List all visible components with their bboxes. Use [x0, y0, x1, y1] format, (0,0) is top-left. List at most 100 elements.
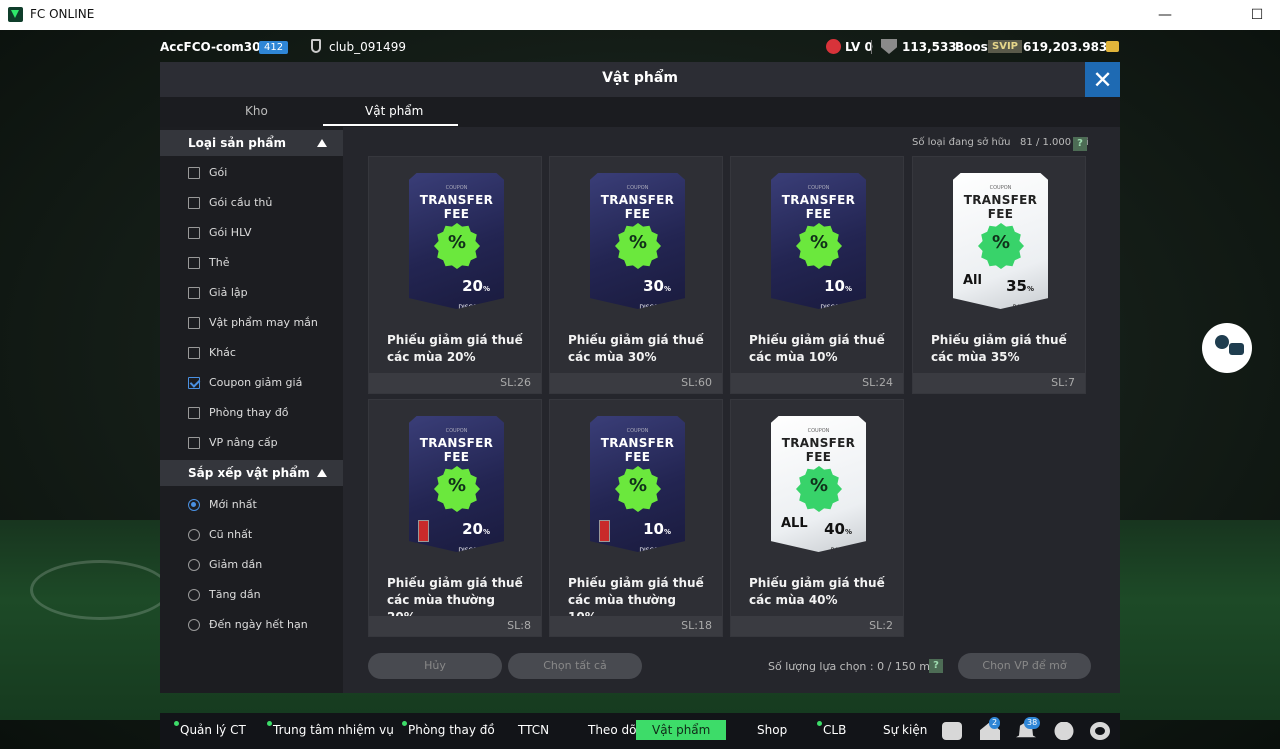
percent-value: 35	[1006, 277, 1027, 295]
radio-button[interactable]	[188, 499, 200, 511]
nav-item-label: CLB	[823, 723, 847, 737]
coupon-top-text: COUPON	[626, 185, 649, 191]
filter-option-label: Vật phẩm may mắn	[209, 316, 318, 329]
minimize-button[interactable]: —	[1142, 0, 1188, 30]
radio-button[interactable]	[188, 589, 200, 601]
coupon-top-text: COUPON	[989, 185, 1012, 191]
nav-item[interactable]: Quản lý CT	[174, 721, 246, 737]
checkbox[interactable]	[188, 197, 200, 209]
restricted-icon	[599, 520, 610, 542]
percent-seal-icon: %	[796, 466, 842, 512]
coupon-sub: DISCOUNT	[820, 304, 852, 311]
nav-item[interactable]: Trung tâm nhiệm vụ	[267, 721, 394, 737]
checkbox[interactable]	[188, 317, 200, 329]
coupon-sub: BONUS	[830, 547, 852, 554]
item-quantity: SL:2	[731, 616, 903, 636]
new-dot	[267, 721, 272, 726]
item-name: Phiếu giảm giá thuế các mùa 10%	[749, 333, 885, 364]
checkbox[interactable]	[188, 437, 200, 449]
filter-option-label: Coupon giảm giá	[209, 376, 303, 389]
help-icon[interactable]: ?	[929, 659, 943, 673]
radio-button[interactable]	[188, 619, 200, 631]
pitch-line	[30, 560, 170, 620]
new-dot	[817, 721, 822, 726]
new-dot	[402, 721, 407, 726]
tab-kho[interactable]: Kho	[245, 104, 268, 118]
coupon-art: COUPON TRANSFER FEE% 20% DISCOUNT	[369, 400, 543, 560]
maximize-window-button[interactable]: ☐	[1234, 0, 1280, 30]
item-card[interactable]: COUPON TRANSFER FEE% 10% DISCOUNT Phiếu giảm…	[549, 399, 723, 637]
nav-item[interactable]: Sự kiện	[883, 723, 927, 737]
profile-icon[interactable]	[1054, 722, 1074, 740]
nav-item[interactable]: Phòng thay đồ	[402, 721, 495, 737]
radio-button[interactable]	[188, 559, 200, 571]
item-card[interactable]: COUPON TRANSFER FEE% 20% DISCOUNT Phiếu giảm…	[368, 156, 542, 394]
filter-option-label: Thẻ	[209, 256, 230, 269]
item-card[interactable]: COUPON TRANSFER FEE% 20% DISCOUNT Phiếu giảm…	[368, 399, 542, 637]
level-value: LV 0	[845, 40, 873, 54]
nav-item[interactable]: TTCN	[518, 723, 549, 737]
support-chat-button[interactable]	[1202, 323, 1252, 373]
sort-option-label: Giảm dần	[209, 558, 263, 571]
sort-option-label: Cũ nhất	[209, 528, 253, 541]
seal-symbol: %	[628, 475, 648, 496]
sort-header[interactable]: Sắp xếp vật phẩm	[160, 460, 343, 486]
coupon-icon: COUPON TRANSFER FEE% 30% DISCOUNT	[590, 173, 685, 309]
tab-vat-pham[interactable]: Vật phẩm	[365, 104, 423, 118]
percent-seal-icon: %	[978, 223, 1024, 269]
percent-value: 20	[462, 277, 483, 295]
owned-label: Số loại đang sở hữu	[912, 137, 1011, 148]
nav-item[interactable]: CLB	[817, 721, 847, 737]
checkbox[interactable]	[188, 347, 200, 359]
nav-item[interactable]: Vật phẩm	[636, 720, 727, 740]
filter-option-label: Phòng thay đồ	[209, 406, 289, 419]
radio-button[interactable]	[188, 529, 200, 541]
coupon-icon: COUPON TRANSFER FEE% 10% DISCOUNT	[771, 173, 866, 309]
percent-seal-icon: %	[615, 223, 661, 269]
cancel-button[interactable]: Hủy	[368, 653, 502, 679]
checkbox[interactable]	[188, 257, 200, 269]
modal-header: Vật phẩm ✕	[160, 62, 1120, 97]
coupon-percent: 10% DISCOUNT	[639, 520, 671, 552]
filter-option-label: VP nâng cấp	[209, 436, 278, 449]
item-card[interactable]: COUPON TRANSFER FEE% 30% DISCOUNT Phiếu giảm…	[549, 156, 723, 394]
chat-icon[interactable]	[942, 722, 962, 740]
percent-seal-icon: %	[434, 223, 480, 269]
coupon-title: TRANSFER FEE	[781, 193, 856, 221]
new-dot	[174, 721, 179, 726]
window-title: FC ONLINE	[30, 7, 95, 21]
settings-gear-icon[interactable]	[1090, 722, 1110, 740]
close-button[interactable]: ✕	[1085, 62, 1120, 97]
help-icon[interactable]: ?	[1073, 137, 1087, 151]
seal-symbol: %	[447, 232, 467, 253]
select-all-button[interactable]: Chọn tất cả	[508, 653, 642, 679]
coin-shield-icon	[881, 39, 897, 54]
item-card[interactable]: COUPON TRANSFER FEE% All 35% BONUS Phiếu giảm…	[912, 156, 1086, 394]
checkbox[interactable]	[188, 377, 200, 389]
filter-option-label: Gói cầu thủ	[209, 196, 273, 209]
checkbox[interactable]	[188, 227, 200, 239]
item-card[interactable]: COUPON TRANSFER FEE% ALL 40% BONUS Phiếu giảm…	[730, 399, 904, 637]
seal-symbol: %	[991, 232, 1011, 253]
item-quantity: SL:24	[731, 373, 903, 393]
coupon-top-text: COUPON	[626, 428, 649, 434]
filter-header[interactable]: Loại sản phẩm	[160, 130, 343, 156]
coupon-art: COUPON TRANSFER FEE% 10% DISCOUNT	[731, 157, 905, 317]
sort-option-label: Mới nhất	[209, 498, 257, 511]
item-card[interactable]: COUPON TRANSFER FEE% 10% DISCOUNT Phiếu giảm…	[730, 156, 904, 394]
checkbox[interactable]	[188, 167, 200, 179]
window-titlebar: FC ONLINE —	[0, 0, 1280, 30]
nav-item[interactable]: Theo dõi	[588, 723, 640, 737]
nav-item[interactable]: Shop	[757, 723, 787, 737]
checkbox[interactable]	[188, 287, 200, 299]
checkbox[interactable]	[188, 407, 200, 419]
filter-option-label: Giả lập	[209, 286, 248, 299]
coupon-percent: 40% BONUS	[824, 520, 852, 554]
modal-title: Vật phẩm	[602, 70, 678, 86]
coupon-top-text: COUPON	[807, 428, 830, 434]
nav-item-label: Sự kiện	[883, 723, 928, 737]
percent-value: 10	[643, 520, 664, 538]
select-to-open-button[interactable]: Chọn VP để mở	[958, 653, 1091, 679]
coupon-top-text: COUPON	[445, 428, 468, 434]
coupon-icon: COUPON TRANSFER FEE% ALL 40% BONUS	[771, 416, 866, 552]
